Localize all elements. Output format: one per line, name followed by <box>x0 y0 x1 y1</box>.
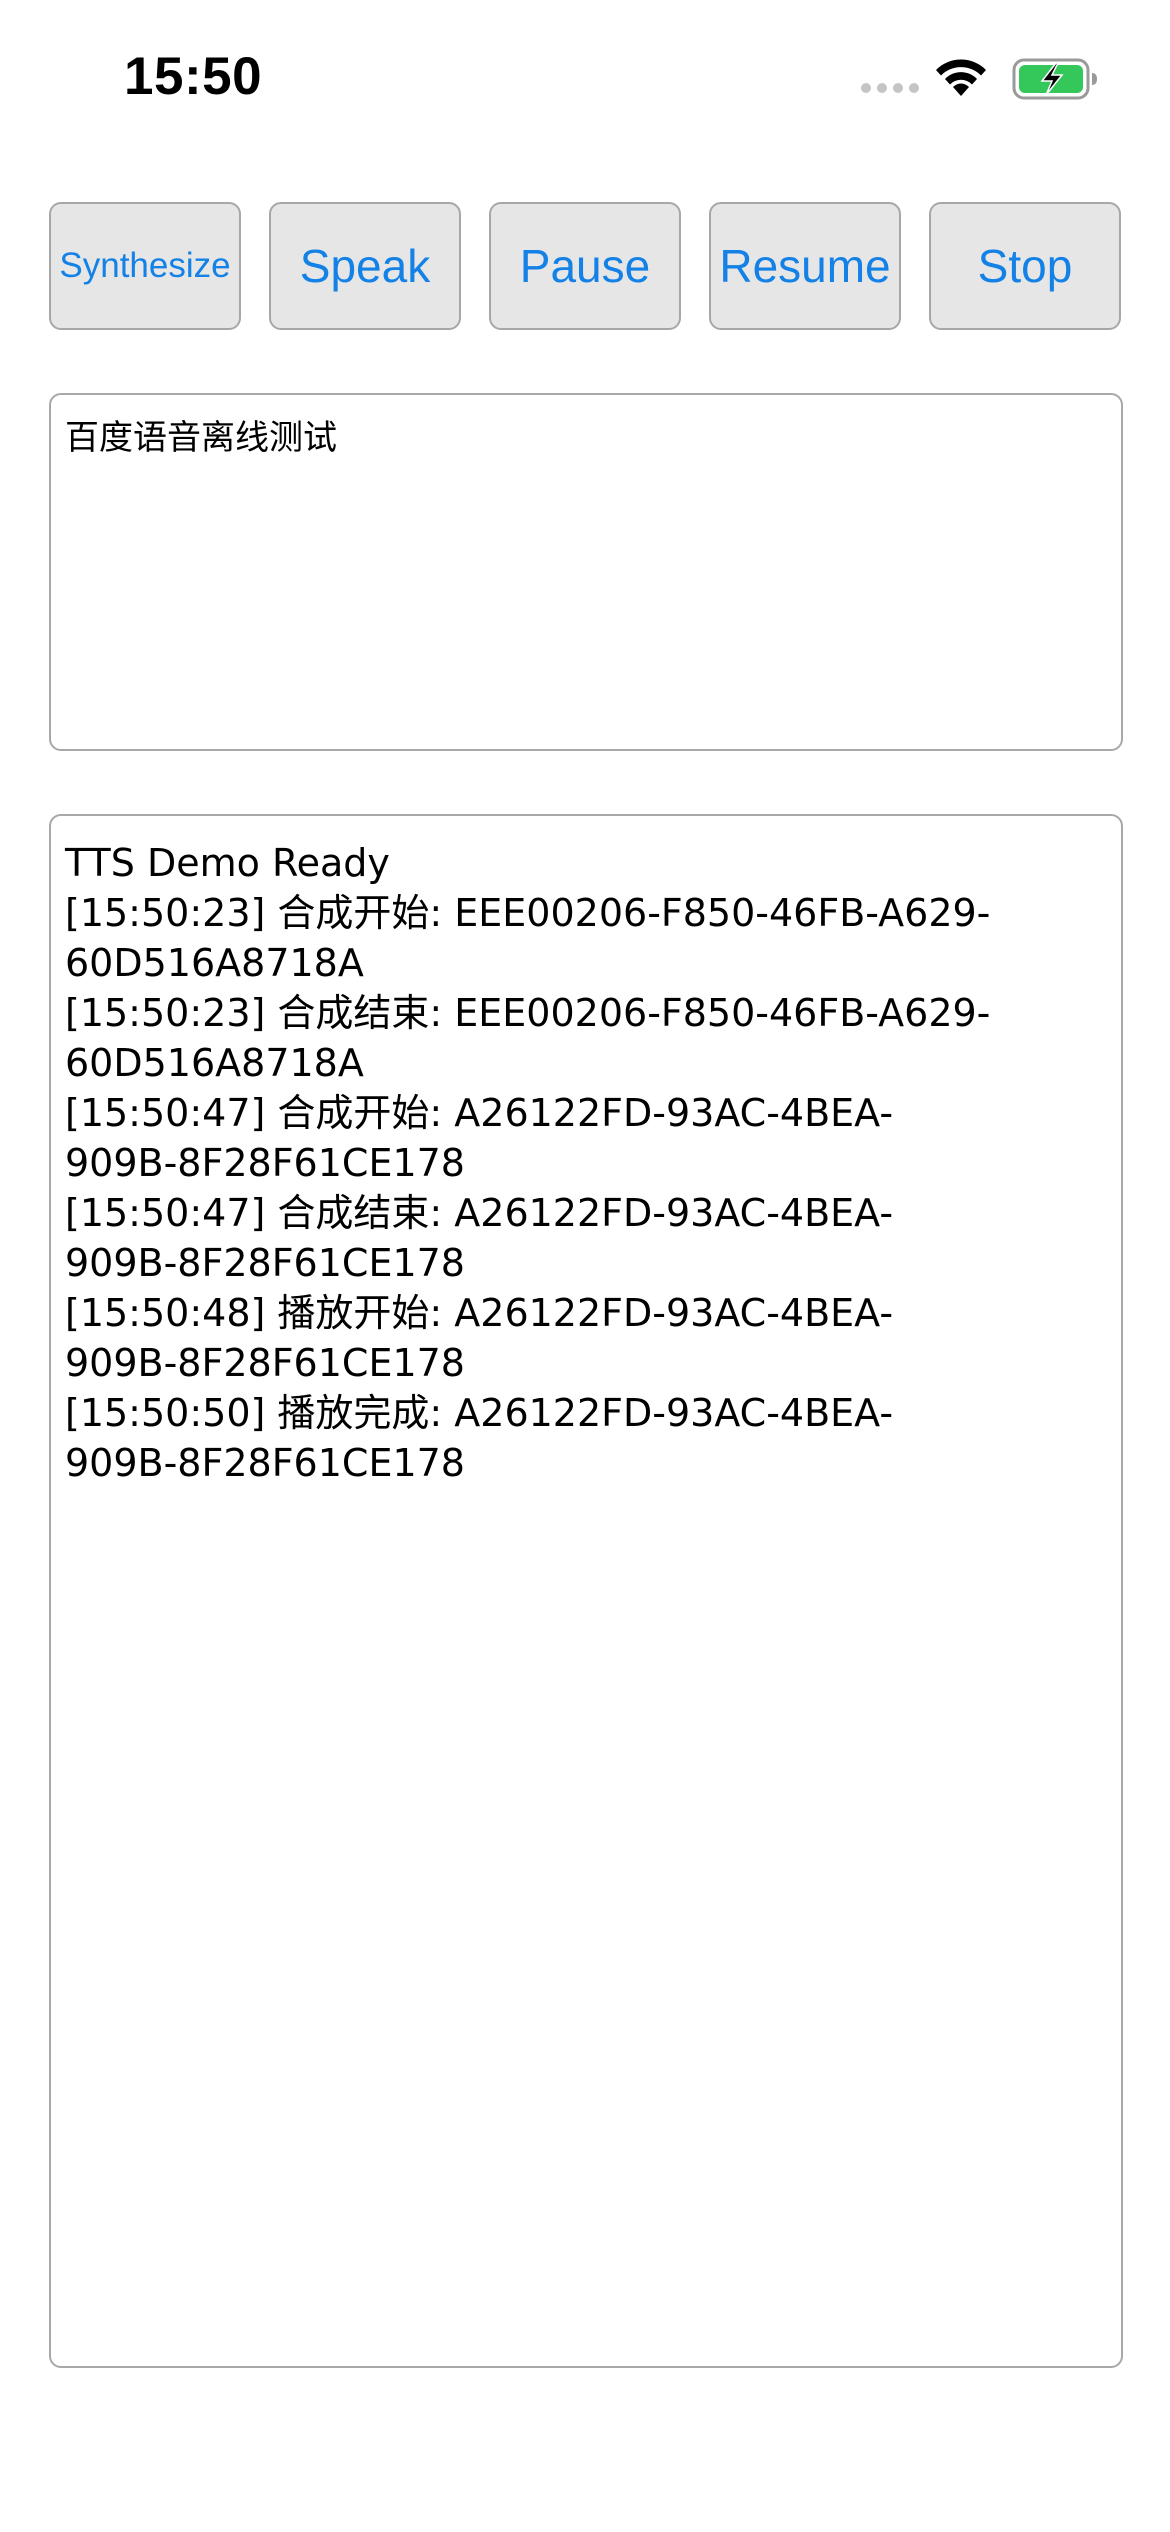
stop-button[interactable]: Stop <box>929 202 1121 330</box>
control-button-row: Synthesize Speak Pause Resume Stop <box>49 202 1123 332</box>
log-line: [15:50:50] 播放完成: A26122FD-93AC-4BEA-909B… <box>65 1391 894 1485</box>
wifi-icon <box>936 59 986 96</box>
tts-text-value: 百度语音离线测试 <box>65 418 337 458</box>
log-output[interactable]: TTS Demo Ready [15:50:23] 合成开始: EEE00206… <box>49 814 1123 2368</box>
tts-text-input[interactable]: 百度语音离线测试 <box>49 393 1123 751</box>
status-time: 15:50 <box>124 47 263 106</box>
status-bar: 15:50 <box>0 0 1170 150</box>
log-line: [15:50:23] 合成开始: EEE00206-F850-46FB-A629… <box>65 891 991 985</box>
log-line: [15:50:23] 合成结束: EEE00206-F850-46FB-A629… <box>65 991 991 1085</box>
log-line: [15:50:47] 合成开始: A26122FD-93AC-4BEA-909B… <box>65 1091 894 1185</box>
battery-charging-icon <box>1012 58 1097 100</box>
resume-button[interactable]: Resume <box>709 202 901 330</box>
log-line: [15:50:48] 播放开始: A26122FD-93AC-4BEA-909B… <box>65 1291 894 1385</box>
signal-icon <box>861 83 919 93</box>
log-line: [15:50:47] 合成结束: A26122FD-93AC-4BEA-909B… <box>65 1191 894 1285</box>
speak-button[interactable]: Speak <box>269 202 461 330</box>
synthesize-button[interactable]: Synthesize <box>49 202 241 330</box>
pause-button[interactable]: Pause <box>489 202 681 330</box>
log-line: TTS Demo Ready <box>65 841 390 885</box>
